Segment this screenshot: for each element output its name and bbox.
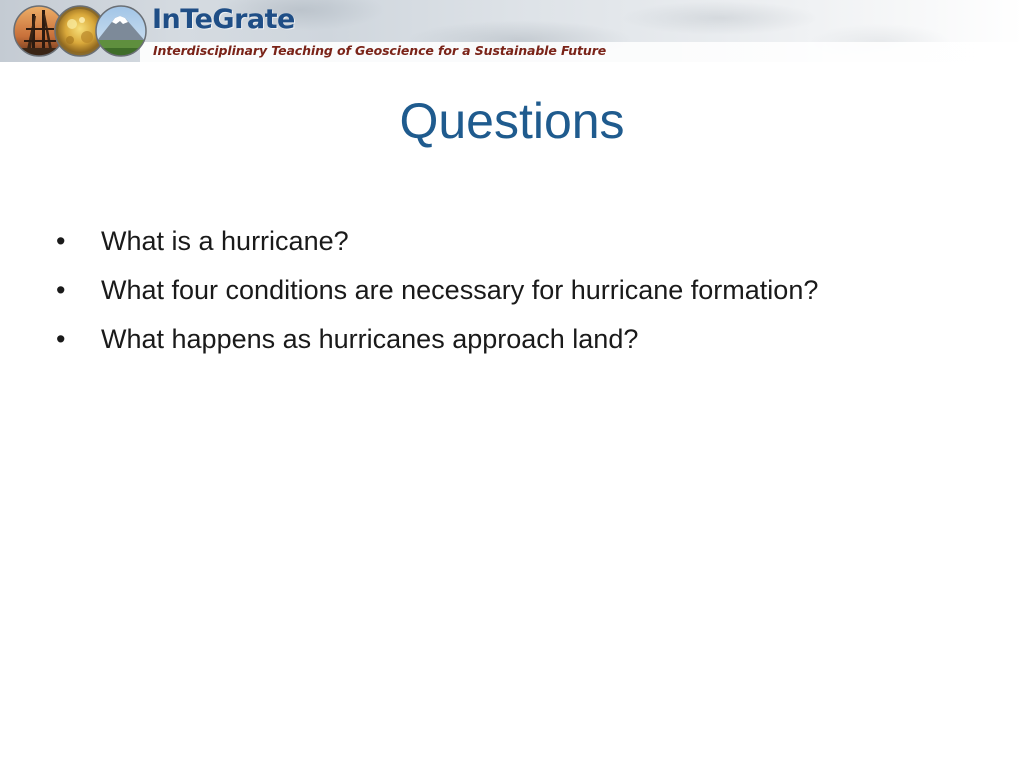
brand-subtitle: Interdisciplinary Teaching of Geoscience… xyxy=(153,43,607,58)
bullet-text: What is a hurricane? xyxy=(101,226,349,256)
header-banner: InTeGrate Interdisciplinary Teaching of … xyxy=(0,0,1024,62)
bullet-text: What happens as hurricanes approach land… xyxy=(101,324,639,354)
slide-title: Questions xyxy=(399,93,625,149)
slide: InTeGrate Interdisciplinary Teaching of … xyxy=(0,0,1024,768)
bullet-marker: • xyxy=(56,226,66,256)
brand-title: InTeGrate xyxy=(152,4,295,35)
logo-circles xyxy=(13,5,147,57)
bullet-marker: • xyxy=(56,324,66,354)
volcano-landscape-icon xyxy=(95,5,147,57)
bullet-marker: • xyxy=(56,275,66,305)
bullet-text: What four conditions are necessary for h… xyxy=(101,275,819,305)
